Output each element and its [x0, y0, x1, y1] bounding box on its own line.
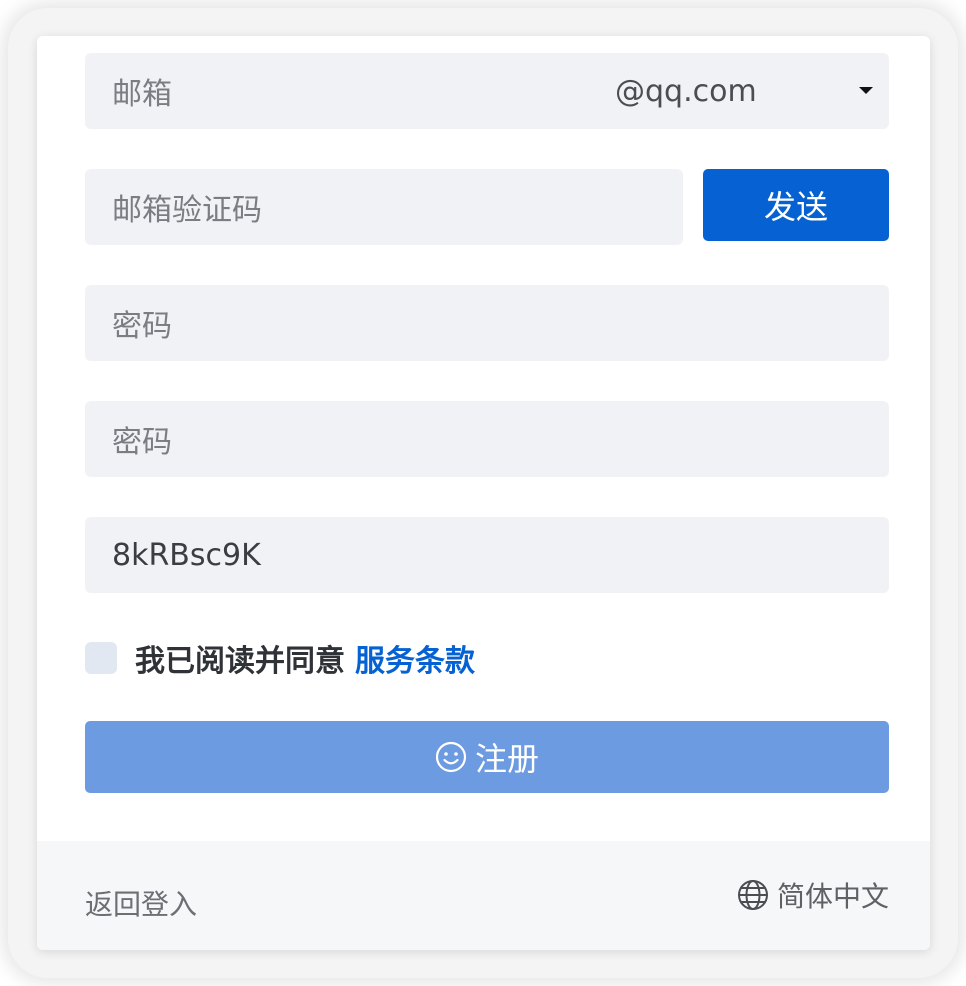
- send-code-label: 发送: [763, 188, 828, 226]
- smile-icon: [435, 741, 467, 773]
- terms-link[interactable]: 服务条款: [355, 636, 475, 680]
- caret-down-icon[interactable]: [859, 87, 873, 94]
- register-card: 邮箱 @qq.com 邮箱验证码 发送 密码 密码 8kRBsc9K 我已阅读并…: [37, 36, 930, 950]
- language-switcher[interactable]: 简体中文: [737, 875, 889, 915]
- email-code-placeholder: 邮箱验证码: [112, 193, 262, 228]
- card-footer: 返回登入 简体中文: [37, 841, 930, 950]
- agree-text: 我已阅读并同意: [135, 644, 345, 679]
- captcha-value: 8kRBsc9K: [112, 537, 261, 573]
- agree-checkbox[interactable]: [85, 642, 117, 674]
- email-code-field[interactable]: 邮箱验证码: [85, 169, 683, 245]
- email-domain-select[interactable]: @qq.com: [615, 53, 757, 129]
- email-domain-value: @qq.com: [615, 73, 757, 109]
- confirm-password-placeholder: 密码: [112, 425, 172, 460]
- password-placeholder: 密码: [112, 309, 172, 344]
- globe-icon: [737, 879, 769, 911]
- register-button[interactable]: 注册: [85, 721, 889, 793]
- confirm-password-field[interactable]: 密码: [85, 401, 889, 477]
- captcha-field[interactable]: 8kRBsc9K: [85, 517, 889, 593]
- email-field[interactable]: 邮箱 @qq.com: [85, 53, 889, 129]
- register-label: 注册: [474, 740, 539, 778]
- send-code-button[interactable]: 发送: [703, 169, 889, 241]
- agree-row: 我已阅读并同意 服务条款: [85, 636, 475, 680]
- back-to-login-link[interactable]: 返回登入: [85, 883, 197, 923]
- email-placeholder: 邮箱: [112, 77, 172, 112]
- password-field[interactable]: 密码: [85, 285, 889, 361]
- language-label: 简体中文: [776, 880, 889, 913]
